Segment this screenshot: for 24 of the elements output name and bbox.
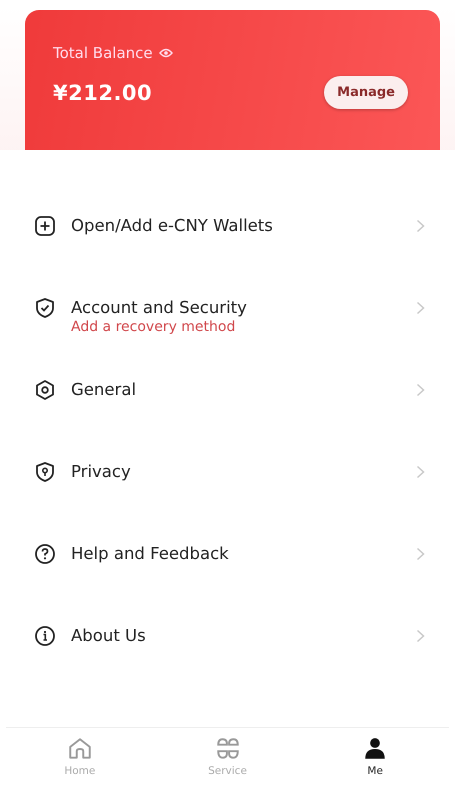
recovery-hint: Add a recovery method bbox=[71, 319, 236, 335]
tab-item[interactable]: Me bbox=[301, 728, 450, 800]
balance-label: Total Balance bbox=[53, 44, 153, 62]
menu-item[interactable]: Privacy bbox=[0, 452, 455, 534]
plus-icon bbox=[34, 215, 56, 237]
shield-check-icon bbox=[34, 297, 56, 319]
hexagon-icon bbox=[34, 379, 56, 401]
shield-keyhole-icon bbox=[34, 461, 56, 483]
menu-item[interactable]: Help and Feedback bbox=[0, 534, 455, 616]
info-icon bbox=[34, 625, 56, 647]
chevron-right-icon bbox=[416, 465, 425, 479]
question-icon bbox=[34, 543, 56, 565]
chevron-right-icon bbox=[416, 301, 425, 315]
balance-amount: ¥212.00 bbox=[53, 80, 152, 104]
menu-item[interactable]: General bbox=[0, 370, 455, 452]
chevron-right-icon bbox=[416, 219, 425, 233]
eye-icon bbox=[158, 48, 173, 58]
menu-item[interactable]: Account and Security Add a recovery method bbox=[0, 288, 455, 370]
chevron-right-icon bbox=[416, 547, 425, 561]
menu-item[interactable]: About Us bbox=[0, 616, 455, 698]
chevron-right-icon bbox=[416, 383, 425, 397]
manage-button[interactable]: Manage bbox=[324, 76, 408, 109]
chevron-right-icon bbox=[416, 629, 425, 643]
menu-item[interactable]: Open/Add e-CNY Wallets bbox=[0, 206, 455, 288]
